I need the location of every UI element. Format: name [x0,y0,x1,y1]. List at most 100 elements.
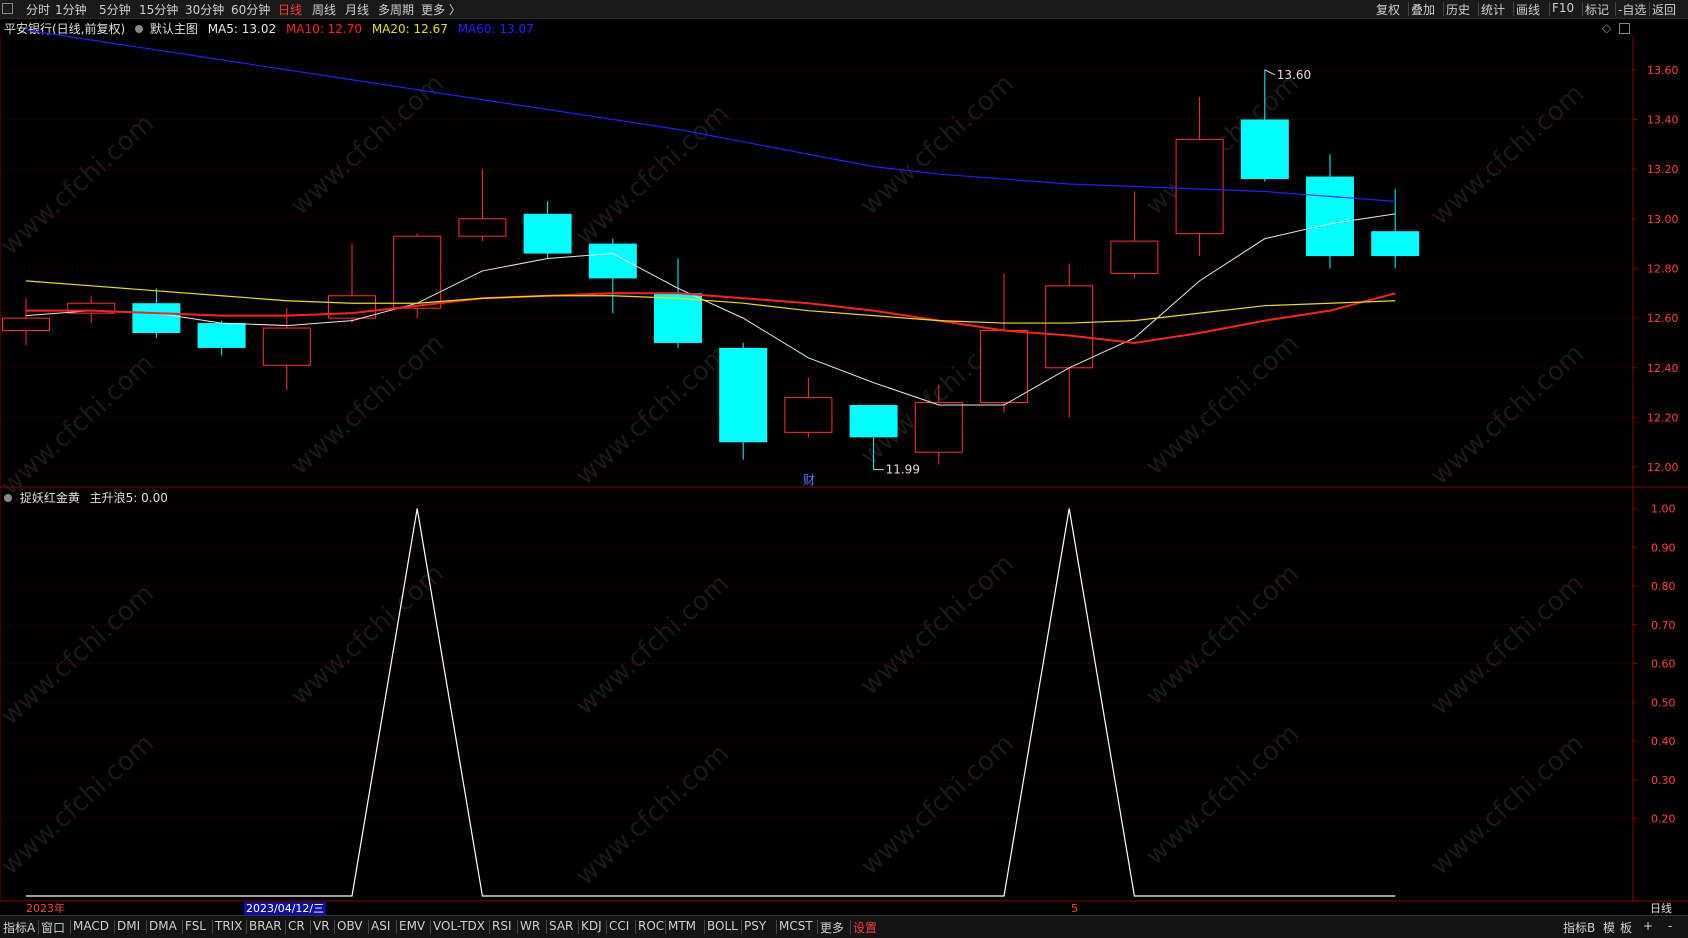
bar-separator [635,920,636,934]
bar-separator [212,920,213,934]
indicator-tick-label: 0.90 [1651,541,1676,554]
candle-body-up [262,327,311,366]
indicator-tab-20[interactable]: MTM [668,919,696,933]
indicator-tab-17[interactable]: KDJ [581,919,602,933]
indicator-tab-11[interactable]: ASI [371,919,390,933]
indicator-tool-1[interactable]: 模 [1603,919,1615,936]
indicator-tool-4[interactable]: - [1668,919,1672,933]
bar-separator [310,920,311,934]
price-tick-label: 13.40 [1647,113,1679,126]
bar-separator [776,920,777,934]
bar-separator [368,920,369,934]
candle-body-down [197,323,246,348]
indicator-tick-label: 0.60 [1651,658,1676,671]
candle-body-up [458,218,507,237]
ma-line-ma20 [25,280,1396,324]
indicator-tab-6[interactable]: TRIX [215,919,242,933]
indicator-tab-8[interactable]: CR [288,919,305,933]
price-tick-label: 12.60 [1647,312,1679,325]
finance-marker: 财 [803,473,815,487]
high-marker-label: 13.60 [1277,68,1311,82]
bar-separator [741,920,742,934]
price-tick-label: 13.60 [1647,64,1679,77]
price-tick-label: 13.20 [1647,163,1679,176]
bar-separator [246,920,247,934]
bar-separator [665,920,666,934]
indicator-tab-4[interactable]: DMA [149,919,177,933]
price-tick-label: 12.80 [1647,262,1679,275]
year-label: 2023年 [26,902,65,915]
indicator-tool-0[interactable]: 指标B [1563,919,1595,936]
indicator-tick-label: 0.70 [1651,619,1676,632]
low-marker-label: 11.99 [886,463,920,477]
indicator-tab-2[interactable]: MACD [73,919,109,933]
price-tick-label: 12.20 [1647,411,1679,424]
candle-body-up [914,402,963,453]
candle-body-down [849,405,898,438]
bar-separator [817,920,818,934]
indicator-tab-23[interactable]: MCST [779,919,813,933]
indicator-tick-label: 0.80 [1651,580,1676,593]
indicator-tick-label: 1.00 [1651,503,1676,516]
candle-body-up [1175,138,1224,235]
bar-separator [114,920,115,934]
bar-separator [546,920,547,934]
indicator-tick-label: 0.30 [1651,774,1676,787]
bar-separator [578,920,579,934]
indicator-tab-22[interactable]: PSY [744,919,766,933]
bar-separator [396,920,397,934]
indicator-tab-24[interactable]: 更多 [820,919,844,936]
price-tick-label: 13.00 [1647,213,1679,226]
bar-separator [704,920,705,934]
indicator-tab-21[interactable]: BOLL [707,919,738,933]
candle-body-up [393,235,442,309]
candle-body-down [1371,231,1420,257]
indicator-tool-3[interactable]: + [1643,919,1653,933]
bar-separator [38,920,39,934]
indicator-tick-label: 0.40 [1651,735,1676,748]
candle-body-up [980,330,1028,404]
indicator-tab-5[interactable]: FSL [185,919,206,933]
indicator-bar: 指标A 窗口 MACD DMI DMA FSL TRIX BRAR CR VR OBV ASI EMV V… [0,915,1688,938]
indicator-tab-25[interactable]: 设置 [853,919,877,936]
indicator-tab-9[interactable]: VR [313,919,330,933]
bar-separator [285,920,286,934]
indicator-tab-1[interactable]: 窗口 [41,919,65,936]
indicator-line-zsl5 [26,508,1396,897]
price-tick-label: 12.40 [1647,362,1679,375]
bar-separator [70,920,71,934]
indicator-tab-12[interactable]: EMV [399,919,425,933]
bar-separator [146,920,147,934]
indicator-tick-label: 0.50 [1651,696,1676,709]
bar-separator [606,920,607,934]
bar-separator [182,920,183,934]
candle-body-down [1306,176,1354,257]
indicator-tab-15[interactable]: WR [520,919,540,933]
indicator-tab-3[interactable]: DMI [117,919,140,933]
candle-body-down [132,303,181,334]
bar-separator [489,920,490,934]
indicator-tab-19[interactable]: ROC [638,919,664,933]
period-label: 日线 [1650,902,1672,915]
stock-chart[interactable]: 12.00 12.20 12.40 12.60 12.80 13.00 13.20 13.40… [0,0,1688,937]
candle-body-up [784,397,833,433]
indicator-tab-0[interactable]: 指标A [3,919,35,936]
candle-body-down [523,213,572,254]
bar-separator [334,920,335,934]
bar-separator [850,920,851,934]
cursor-date: 2023/04/12/三 [244,902,327,915]
candle-body-down [1240,119,1289,180]
indicator-tab-14[interactable]: RSI [492,919,512,933]
indicator-tab-16[interactable]: SAR [549,919,573,933]
candle-body-down [719,347,768,443]
indicator-tab-18[interactable]: CCI [609,919,629,933]
high-marker-arrow [1264,69,1276,76]
candle-body-down [588,243,637,279]
indicator-tab-10[interactable]: OBV [337,919,363,933]
indicator-tab-13[interactable]: VOL-TDX [433,919,485,933]
candle-body-up [1110,240,1159,274]
indicator-tool-2[interactable]: 板 [1620,919,1632,936]
price-tick-label: 12.00 [1647,461,1679,474]
bar-separator [430,920,431,934]
indicator-tab-7[interactable]: BRAR [249,919,282,933]
